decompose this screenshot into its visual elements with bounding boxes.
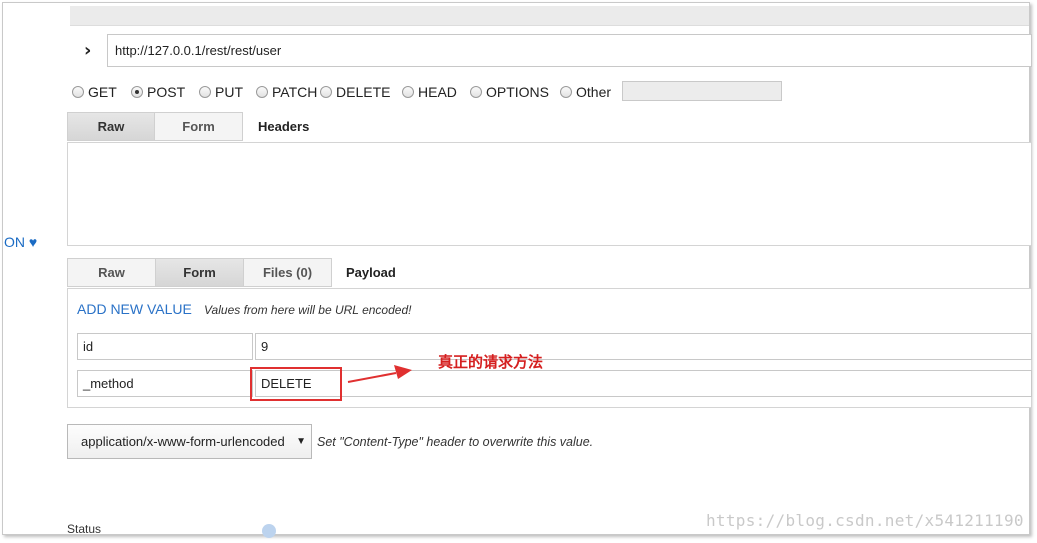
payload-tab-form[interactable]: Form (155, 258, 244, 287)
highlight-box (250, 367, 342, 401)
headers-tab-form[interactable]: Form (154, 112, 243, 141)
side-link[interactable]: ON ♥ (4, 234, 37, 250)
annotation-text: 真正的请求方法 (438, 353, 544, 371)
method-head[interactable]: HEAD (402, 82, 457, 102)
payload-tab-files[interactable]: Files (0) (243, 258, 332, 287)
method-label: PUT (215, 84, 243, 100)
radio-icon[interactable] (199, 86, 211, 98)
method-label: POST (147, 84, 186, 100)
method-options[interactable]: OPTIONS (470, 82, 549, 102)
headers-textarea[interactable] (67, 142, 1032, 246)
add-new-value-link[interactable]: ADD NEW VALUE (77, 301, 192, 317)
dropdown-caret-icon: ▼ (296, 436, 306, 447)
method-put[interactable]: PUT (199, 82, 243, 102)
method-get[interactable]: GET (72, 82, 117, 102)
method-post[interactable]: POST (131, 82, 185, 102)
payload-tab-raw[interactable]: Raw (67, 258, 156, 287)
content-type-note: Set "Content-Type" header to overwrite t… (317, 435, 594, 449)
param-key-input[interactable]: id (77, 333, 253, 360)
radio-icon[interactable] (402, 86, 414, 98)
method-label: OPTIONS (486, 84, 550, 100)
radio-icon[interactable] (256, 86, 268, 98)
radio-checked-icon[interactable] (131, 86, 143, 98)
method-patch[interactable]: PATCH (256, 82, 317, 102)
radio-icon[interactable] (560, 86, 572, 98)
other-method-input[interactable] (622, 81, 782, 101)
url-input[interactable]: http://127.0.0.1/rest/rest/user (107, 34, 1032, 67)
annotation-arrow-icon (347, 365, 412, 383)
method-delete[interactable]: DELETE (320, 82, 390, 102)
top-bar (70, 6, 1029, 26)
method-label: GET (88, 84, 117, 100)
headers-title: Headers (258, 119, 310, 134)
method-label: DELETE (336, 84, 391, 100)
headers-tabs: Raw Form (67, 112, 243, 141)
payload-title: Payload (346, 265, 396, 280)
radio-icon[interactable] (470, 86, 482, 98)
param-value-input[interactable]: 9 (255, 333, 1032, 360)
content-type-select[interactable]: application/x-www-form-urlencoded ▼ (67, 424, 312, 459)
headers-tab-raw[interactable]: Raw (67, 112, 155, 141)
method-label: Other (576, 84, 612, 100)
method-label: HEAD (418, 84, 457, 100)
status-info-icon (262, 524, 276, 538)
url-encoded-note: Values from here will be URL encoded! (204, 303, 412, 317)
radio-icon[interactable] (72, 86, 84, 98)
param-key-input[interactable]: _method (77, 370, 253, 397)
status-label: Status (67, 522, 102, 536)
radio-icon[interactable] (320, 86, 332, 98)
method-label: PATCH (272, 84, 318, 100)
watermark: https://blog.csdn.net/x541211190 (706, 511, 1024, 530)
payload-tabs: Raw Form Files (0) (67, 258, 332, 287)
content-type-value: application/x-www-form-urlencoded (81, 434, 285, 449)
method-other[interactable]: Other (560, 82, 611, 102)
chevron-right-icon[interactable]: › (84, 40, 91, 61)
